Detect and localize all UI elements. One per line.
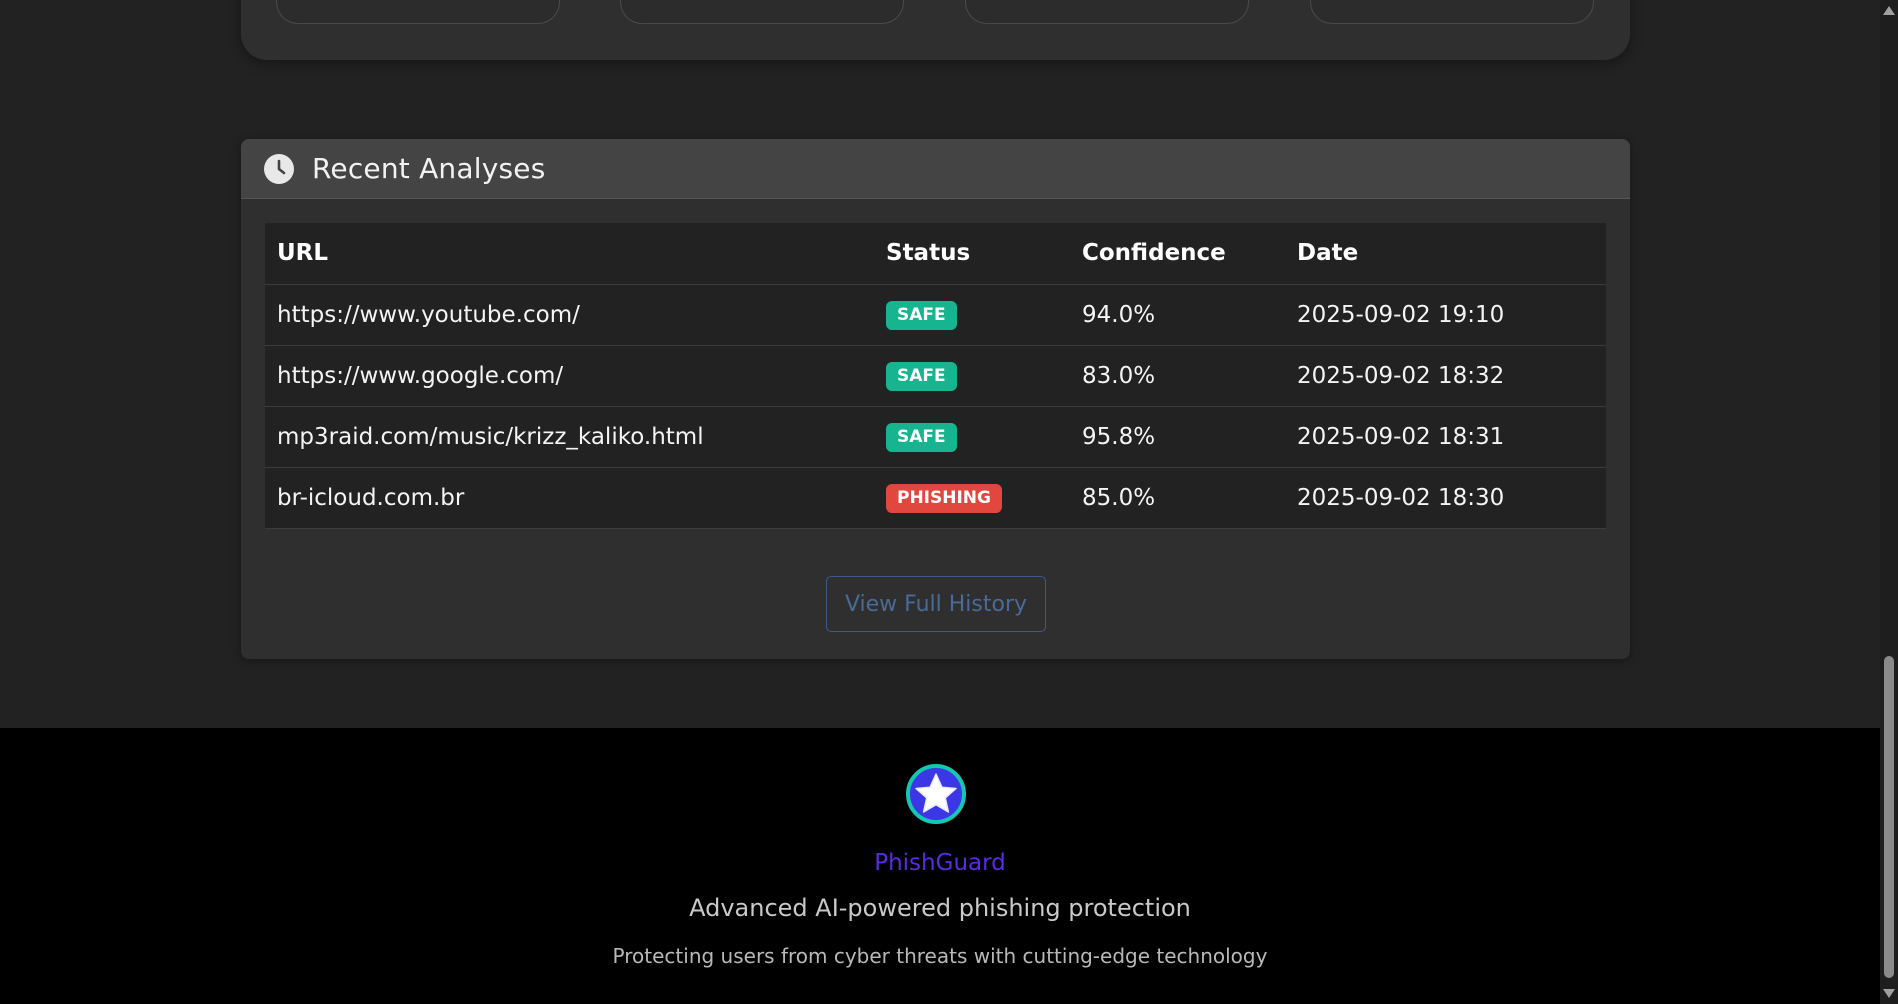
- status-badge: PHISHING: [886, 483, 1002, 513]
- analyses-table: URL Status Confidence Date https://www.y…: [265, 223, 1606, 529]
- status-badge: SAFE: [886, 422, 957, 452]
- scroll-down-arrow-icon[interactable]: [1883, 989, 1895, 998]
- url-cell: br-icloud.com.br: [265, 467, 874, 529]
- status-cell: SAFE: [874, 284, 1070, 346]
- stat-box: [620, 0, 904, 24]
- date-cell: 2025-09-02 19:10: [1285, 284, 1606, 346]
- scroll-up-arrow-icon[interactable]: [1883, 6, 1895, 15]
- table-row: https://www.google.com/ SAFE 83.0% 2025-…: [265, 345, 1606, 407]
- confidence-cell: 85.0%: [1070, 467, 1285, 529]
- recent-analyses-card: Recent Analyses URL Status Confidence Da…: [241, 139, 1630, 659]
- column-header-confidence: Confidence: [1070, 223, 1285, 285]
- page: Recent Analyses URL Status Confidence Da…: [0, 0, 1898, 1004]
- confidence-cell: 94.0%: [1070, 284, 1285, 346]
- status-cell: SAFE: [874, 345, 1070, 407]
- table-row: https://www.youtube.com/ SAFE 94.0% 2025…: [265, 284, 1606, 346]
- clock-icon: [264, 153, 294, 184]
- stat-box: [965, 0, 1249, 24]
- star-icon: [906, 764, 966, 824]
- column-header-url: URL: [265, 223, 874, 285]
- status-badge: SAFE: [886, 300, 957, 330]
- confidence-cell: 95.8%: [1070, 406, 1285, 468]
- confidence-cell: 83.0%: [1070, 345, 1285, 407]
- table-row: mp3raid.com/music/krizz_kaliko.html SAFE…: [265, 406, 1606, 468]
- stat-box: [276, 0, 560, 24]
- footer-tagline: Advanced AI-powered phishing protection: [689, 894, 1191, 922]
- footer-subline: Protecting users from cyber threats with…: [612, 944, 1268, 968]
- column-header-date: Date: [1285, 223, 1606, 285]
- recent-analyses-header: Recent Analyses: [241, 139, 1630, 199]
- table-row: br-icloud.com.br PHISHING 85.0% 2025-09-…: [265, 467, 1606, 529]
- stat-box: [1310, 0, 1594, 24]
- table-header-row: URL Status Confidence Date: [265, 223, 1606, 285]
- scrollbar-thumb[interactable]: [1884, 656, 1894, 978]
- url-cell: https://www.youtube.com/: [265, 284, 874, 346]
- status-cell: SAFE: [874, 406, 1070, 468]
- view-full-history-button[interactable]: View Full History: [826, 576, 1046, 632]
- vertical-scrollbar[interactable]: [1880, 0, 1898, 1004]
- footer-brand: PhishGuard: [874, 850, 1006, 876]
- stats-card: [241, 0, 1630, 60]
- date-cell: 2025-09-02 18:31: [1285, 406, 1606, 468]
- url-cell: https://www.google.com/: [265, 345, 874, 407]
- footer: PhishGuard Advanced AI-powered phishing …: [0, 728, 1880, 1004]
- recent-analyses-title: Recent Analyses: [312, 152, 546, 185]
- column-header-status: Status: [874, 223, 1070, 285]
- status-badge: SAFE: [886, 361, 957, 391]
- url-cell: mp3raid.com/music/krizz_kaliko.html: [265, 406, 874, 468]
- date-cell: 2025-09-02 18:30: [1285, 467, 1606, 529]
- date-cell: 2025-09-02 18:32: [1285, 345, 1606, 407]
- status-cell: PHISHING: [874, 467, 1070, 529]
